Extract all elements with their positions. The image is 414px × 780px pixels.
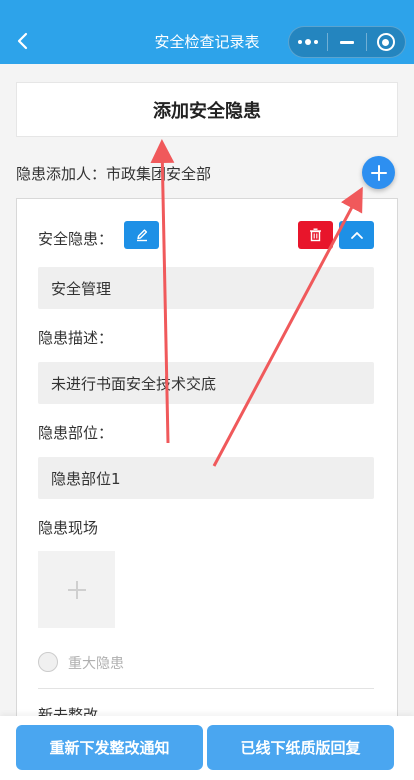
location-field[interactable]: 隐患部位1	[38, 457, 374, 499]
plus-icon	[67, 580, 86, 599]
description-field[interactable]: 未进行书面安全技术交底	[38, 362, 374, 404]
hazard-form-panel: 安全隐患： 安全管理 隐患描述： 未进行书面安全技术交底 隐患部位： 隐患部位1…	[16, 198, 398, 780]
plus-icon	[370, 164, 387, 181]
major-hazard-label: 重大隐患	[68, 656, 124, 672]
trash-icon	[310, 228, 321, 242]
bottom-action-bar: 重新下发整改通知 已线下纸质版回复	[0, 716, 414, 780]
nav-bar: 安全检查记录表	[0, 0, 414, 64]
more-button[interactable]	[289, 27, 327, 57]
mini-program-capsule	[288, 26, 406, 58]
add-hazard-button[interactable]	[362, 156, 395, 189]
more-dots-icon	[298, 39, 318, 45]
edit-icon	[136, 229, 147, 242]
major-hazard-radio[interactable]	[38, 652, 58, 672]
hazard-type-field[interactable]: 安全管理	[38, 267, 374, 309]
offline-reply-button[interactable]: 已线下纸质版回复	[207, 725, 394, 770]
close-button[interactable]	[367, 27, 405, 57]
location-label: 隐患部位：	[38, 424, 114, 442]
scene-label: 隐患现场	[38, 519, 99, 537]
adder-info: 隐患添加人：市政集团安全部	[16, 165, 212, 183]
close-target-icon	[376, 33, 395, 51]
chevron-up-icon	[350, 232, 363, 239]
description-label: 隐患描述：	[38, 329, 114, 347]
minimize-icon	[339, 40, 354, 44]
hazard-label: 安全隐患：	[38, 230, 114, 248]
reissue-notice-button[interactable]: 重新下发整改通知	[16, 725, 203, 770]
divider	[38, 688, 374, 689]
collapse-button[interactable]	[339, 221, 374, 249]
delete-button[interactable]	[298, 221, 333, 249]
minimize-button[interactable]	[328, 27, 366, 57]
form-title: 添加安全隐患	[16, 82, 398, 137]
add-photo-button[interactable]	[38, 551, 115, 628]
edit-button[interactable]	[124, 221, 159, 249]
